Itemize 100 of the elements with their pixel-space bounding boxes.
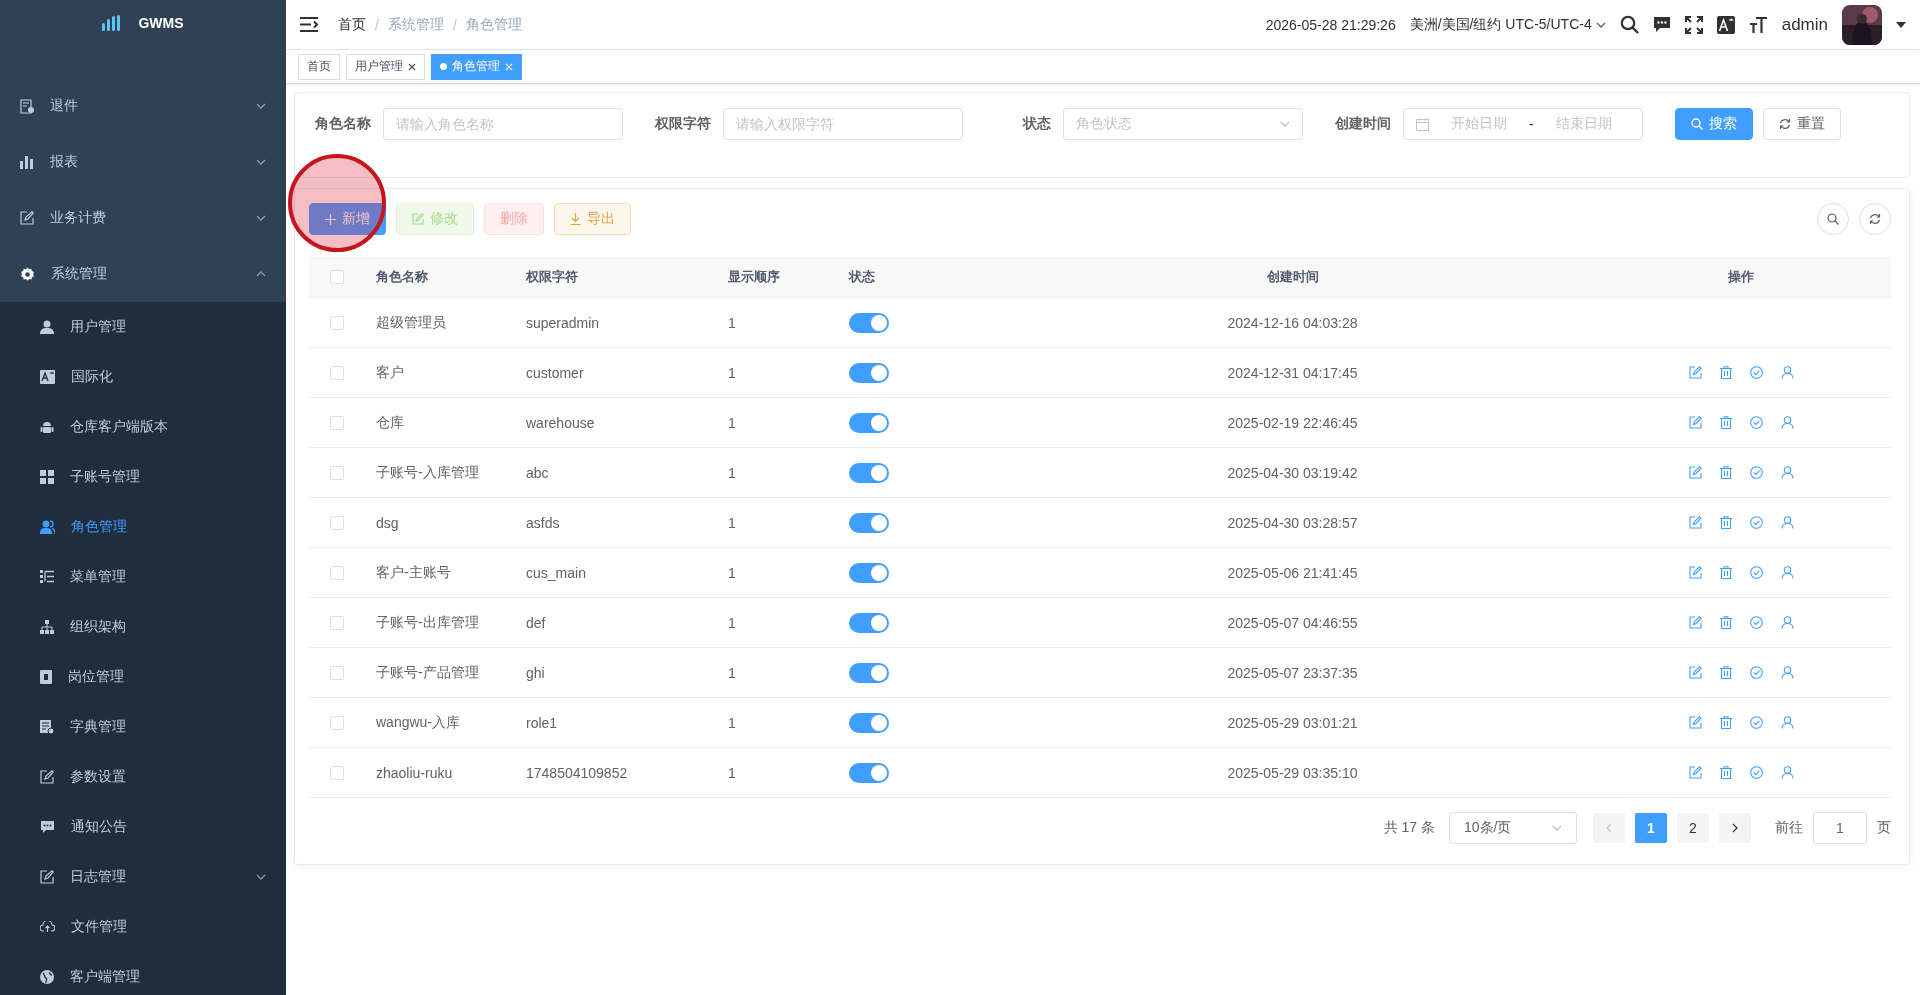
refresh-button[interactable]	[1859, 203, 1891, 235]
delete-icon[interactable]	[1719, 666, 1732, 679]
sidebar-submenu-item[interactable]: 通知公告	[0, 802, 286, 852]
search-toggle-button[interactable]	[1817, 203, 1849, 235]
sidebar-menu-item[interactable]: 退件	[0, 78, 286, 134]
user-icon[interactable]	[1780, 566, 1794, 579]
sidebar-submenu-item[interactable]: 客户端管理	[0, 952, 286, 995]
checkbox[interactable]	[329, 365, 344, 380]
reset-button[interactable]: 重置	[1763, 108, 1841, 140]
page-number[interactable]: 2	[1677, 813, 1709, 843]
checkbox[interactable]	[329, 465, 344, 480]
user-icon[interactable]	[1780, 666, 1794, 679]
next-page-button[interactable]	[1719, 813, 1751, 843]
date-range-field[interactable]: 开始日期 - 结束日期	[1403, 108, 1643, 140]
checkbox[interactable]	[329, 565, 344, 580]
delete-icon[interactable]	[1719, 466, 1732, 479]
edit-icon[interactable]	[1688, 366, 1702, 379]
user-icon[interactable]	[1780, 766, 1794, 779]
text-field[interactable]: 请输入权限字符	[723, 108, 963, 140]
checkbox[interactable]	[329, 715, 344, 730]
delete-icon[interactable]	[1719, 716, 1732, 729]
user-icon[interactable]	[1780, 516, 1794, 529]
sidebar-submenu-item[interactable]: 岗位管理	[0, 652, 286, 702]
sidebar-submenu-item[interactable]: 参数设置	[0, 752, 286, 802]
page-size-select[interactable]: 10条/页	[1449, 812, 1577, 844]
status-switch[interactable]	[849, 612, 889, 633]
check-circle-icon[interactable]	[1749, 666, 1763, 679]
page-tab[interactable]: 首页	[298, 53, 340, 80]
delete-icon[interactable]	[1719, 516, 1732, 529]
text-field[interactable]: 请输入角色名称	[383, 108, 623, 140]
sidebar-menu-item[interactable]: 系统管理	[0, 246, 286, 302]
edit-icon[interactable]	[1688, 766, 1702, 779]
edit-icon[interactable]	[1688, 716, 1702, 729]
check-circle-icon[interactable]	[1749, 716, 1763, 729]
sidebar-submenu-item[interactable]: 仓库客户端版本	[0, 402, 286, 452]
font-size-icon[interactable]	[1748, 15, 1768, 34]
status-switch[interactable]	[849, 562, 889, 583]
edit-icon[interactable]	[1688, 466, 1702, 479]
check-circle-icon[interactable]	[1749, 516, 1763, 529]
timezone-select[interactable]: 美洲/美国/纽约 UTC-5/UTC-4	[1409, 15, 1606, 34]
sidebar-submenu-item[interactable]: 文件管理	[0, 902, 286, 952]
edit-icon[interactable]	[1688, 516, 1702, 529]
check-circle-icon[interactable]	[1749, 766, 1763, 779]
delete-icon[interactable]	[1719, 366, 1732, 379]
search-icon[interactable]	[1619, 15, 1639, 34]
breadcrumb-link[interactable]: 首页	[338, 15, 366, 34]
status-switch[interactable]	[849, 312, 889, 333]
chevron-down-icon	[256, 103, 266, 109]
user-icon[interactable]	[1780, 716, 1794, 729]
status-switch[interactable]	[849, 462, 889, 483]
sidebar-submenu-item[interactable]: 组织架构	[0, 602, 286, 652]
sidebar-menu-item[interactable]: 业务计费	[0, 190, 286, 246]
user-icon[interactable]	[1780, 616, 1794, 629]
fullscreen-icon[interactable]	[1684, 15, 1703, 34]
caret-down-icon[interactable]	[1896, 21, 1906, 28]
delete-icon[interactable]	[1719, 566, 1732, 579]
status-switch[interactable]	[849, 412, 889, 433]
checkbox[interactable]	[329, 415, 344, 430]
delete-icon[interactable]	[1719, 616, 1732, 629]
username[interactable]: admin	[1781, 14, 1828, 35]
delete-icon[interactable]	[1719, 416, 1732, 429]
sidebar-submenu-item[interactable]: 子账号管理	[0, 452, 286, 502]
checkbox[interactable]	[329, 615, 344, 630]
sidebar-submenu-item[interactable]: 国际化	[0, 352, 286, 402]
page-tab[interactable]: 用户管理	[346, 53, 425, 80]
check-circle-icon[interactable]	[1749, 416, 1763, 429]
edit-icon[interactable]	[1688, 616, 1702, 629]
status-switch[interactable]	[849, 662, 889, 683]
sidebar-submenu-item[interactable]: 角色管理	[0, 502, 286, 552]
sidebar-submenu-item[interactable]: 日志管理	[0, 852, 286, 902]
edit-icon[interactable]	[1688, 566, 1702, 579]
checkbox[interactable]	[329, 765, 344, 780]
status-switch[interactable]	[849, 762, 889, 783]
checkbox[interactable]	[329, 270, 344, 284]
message-icon[interactable]	[1652, 16, 1671, 33]
checkbox[interactable]	[329, 665, 344, 680]
menu-icon[interactable]	[300, 17, 318, 32]
delete-icon[interactable]	[1719, 766, 1732, 779]
sidebar-menu-item[interactable]: 报表	[0, 134, 286, 190]
table-cell: 仓库	[376, 413, 404, 432]
check-circle-icon[interactable]	[1749, 566, 1763, 579]
status-switch[interactable]	[849, 362, 889, 383]
close-icon[interactable]	[408, 62, 416, 71]
user-icon[interactable]	[1780, 366, 1794, 379]
sidebar-submenu-item[interactable]: 用户管理	[0, 302, 286, 352]
user-icon[interactable]	[1780, 466, 1794, 479]
checkbox[interactable]	[329, 515, 344, 530]
checkbox[interactable]	[329, 315, 344, 330]
sidebar-submenu-item[interactable]: 菜单管理	[0, 552, 286, 602]
check-circle-icon[interactable]	[1749, 466, 1763, 479]
translate-icon[interactable]	[1716, 15, 1735, 34]
status-switch[interactable]	[849, 512, 889, 533]
check-circle-icon[interactable]	[1749, 366, 1763, 379]
check-circle-icon[interactable]	[1749, 616, 1763, 629]
page-input[interactable]: 1	[1813, 812, 1867, 844]
sidebar-submenu-item[interactable]: 字典管理	[0, 702, 286, 752]
edit-icon[interactable]	[1688, 416, 1702, 429]
edit-icon[interactable]	[1688, 666, 1702, 679]
user-icon[interactable]	[1780, 416, 1794, 429]
status-switch[interactable]	[849, 712, 889, 733]
